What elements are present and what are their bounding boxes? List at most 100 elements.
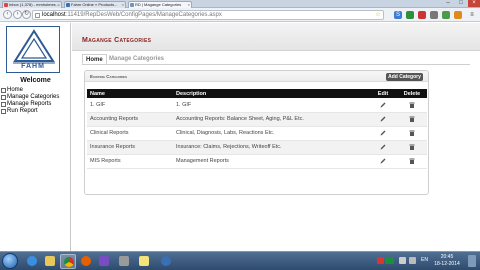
system-tray: EN 20:45 18-12-2014 [370,252,480,270]
pencil-icon[interactable] [379,101,387,109]
browser-tab-label: Inbox (1,378) - mmholmes... [9,2,60,7]
tray-icon[interactable] [399,257,406,264]
taskbar-app[interactable] [116,254,132,269]
trash-icon[interactable] [408,129,416,137]
row-description: 1. GIF [173,98,369,113]
row-description: Management Reports [173,154,369,169]
forward-arrow-icon[interactable]: › [13,10,22,19]
sidebar-item-label: Manage Categories [7,94,60,100]
browser-tab-label: Fahm Online » Products... [71,2,118,7]
bullet-icon [1,95,6,100]
language-indicator[interactable]: EN [421,257,428,263]
taskbar-app-chrome[interactable] [60,254,76,269]
trash-icon[interactable] [408,143,416,151]
browser-tab-strip: Inbox (1,378) - mmholmes... × Fahm Onlin… [0,0,480,8]
browser-tab-active[interactable]: RD | Magange Categories × [128,1,192,8]
extension-icon[interactable] [454,11,462,19]
table-row: MIS Reports Management Reports [87,154,427,169]
bullet-icon [1,109,6,114]
bullet-icon [1,102,6,107]
window-close-icon[interactable]: × [468,0,480,7]
logo: FAHM [6,26,60,73]
firefox-icon [81,256,91,266]
sidebar-item-home[interactable]: Home [0,87,71,94]
column-header-description: Description [173,89,369,98]
skype-icon[interactable]: S [394,11,402,19]
chrome-icon [64,257,74,267]
taskbar-app-internet-explorer[interactable] [24,254,40,269]
pencil-icon[interactable] [379,115,387,123]
folder-icon [45,256,55,266]
taskbar-app-explorer[interactable] [42,254,58,269]
show-desktop-button[interactable] [468,255,476,267]
row-description: Clinical, Diagnosis, Labs, Reactions Etc… [173,126,369,141]
extension-icon[interactable] [406,11,414,19]
add-category-button[interactable]: Add Category [386,73,423,81]
sidebar-item-run-report[interactable]: Run Report [0,108,71,115]
table-row: Accounting Reports Accounting Reports: B… [87,112,427,127]
app-icon [119,256,129,266]
tray-icon[interactable] [377,257,384,264]
welcome-label: Welcome [20,77,51,84]
star-icon[interactable]: ☆ [374,11,382,19]
tray-icon[interactable] [385,257,394,264]
start-button[interactable] [2,253,18,269]
table-row: 1. GIF 1. GIF [87,98,427,113]
pencil-icon[interactable] [379,129,387,137]
bullet-icon [1,88,6,93]
categories-panel: Existing Categories Add Category Name De… [84,70,429,195]
page-header: Magange Categories [72,23,480,51]
ie-icon [27,256,37,266]
minimize-icon[interactable]: – [442,0,454,7]
taskbar-app-visual-studio[interactable] [96,254,112,269]
pencil-icon[interactable] [379,143,387,151]
logo-text: FAHM [21,63,45,70]
column-header-edit: Edit [369,89,397,98]
column-header-delete: Delete [397,89,427,98]
extension-icon[interactable] [442,11,450,19]
row-name: Accounting Reports [87,112,173,127]
visual-studio-icon [99,256,109,266]
reload-icon[interactable]: ↻ [22,10,31,19]
clock[interactable]: 20:45 18-12-2014 [432,254,462,268]
taskbar-app-sticky-notes[interactable] [136,254,152,269]
sidebar-nav: Home Manage Categories Manage Reports Ru… [0,87,71,115]
trash-icon[interactable] [408,115,416,123]
main-content: Magange Categories Home Manage Categorie… [72,23,480,251]
taskbar-app[interactable] [158,254,174,269]
trash-icon[interactable] [408,157,416,165]
table-row: Clinical Reports Clinical, Diagnosis, La… [87,126,427,141]
extension-icon[interactable] [418,11,426,19]
back-arrow-icon[interactable]: ‹ [3,10,12,19]
maximize-icon[interactable]: □ [455,0,467,7]
row-name: MIS Reports [87,154,173,169]
url-path: :11419/RepDesWeb/ConfigPages/ManageCateg… [65,12,222,18]
trash-icon[interactable] [408,101,416,109]
browser-tab-inbox[interactable]: Inbox (1,378) - mmholmes... × [2,1,62,8]
browser-toolbar: ‹ › ↻ localhost:11419/RepDesWeb/ConfigPa… [0,8,480,22]
app-icon [161,256,171,266]
browser-tab-label: RD | Magange Categories [135,2,182,7]
address-bar[interactable]: localhost:11419/RepDesWeb/ConfigPages/Ma… [32,10,384,20]
network-icon[interactable] [409,257,416,264]
sidebar-item-manage-categories[interactable]: Manage Categories [0,94,71,101]
pyramid-logo-icon [13,29,55,64]
sidebar-item-label: Manage Reports [7,101,52,107]
taskbar-app-firefox[interactable] [78,254,94,269]
site-icon [66,3,70,7]
sidebar-item-manage-reports[interactable]: Manage Reports [0,101,71,108]
taskbar: EN 20:45 18-12-2014 [0,251,480,270]
browser-tab-fahm-online[interactable]: Fahm Online » Products... × [64,1,126,8]
panel-header: Existing Categories Add Category [85,71,428,82]
page-icon [130,3,134,7]
pencil-icon[interactable] [379,157,387,165]
clock-time: 20:45 [440,254,454,260]
menu-icon[interactable]: ≡ [468,11,476,19]
extension-icon[interactable] [430,11,438,19]
row-name: 1. GIF [87,98,173,113]
categories-table: Name Description Edit Delete 1. GIF 1. G… [87,89,427,169]
clock-date: 18-12-2014 [434,261,460,267]
notes-icon [139,256,149,266]
row-name: Insurance Reports [87,140,173,155]
page-icon [35,13,40,18]
